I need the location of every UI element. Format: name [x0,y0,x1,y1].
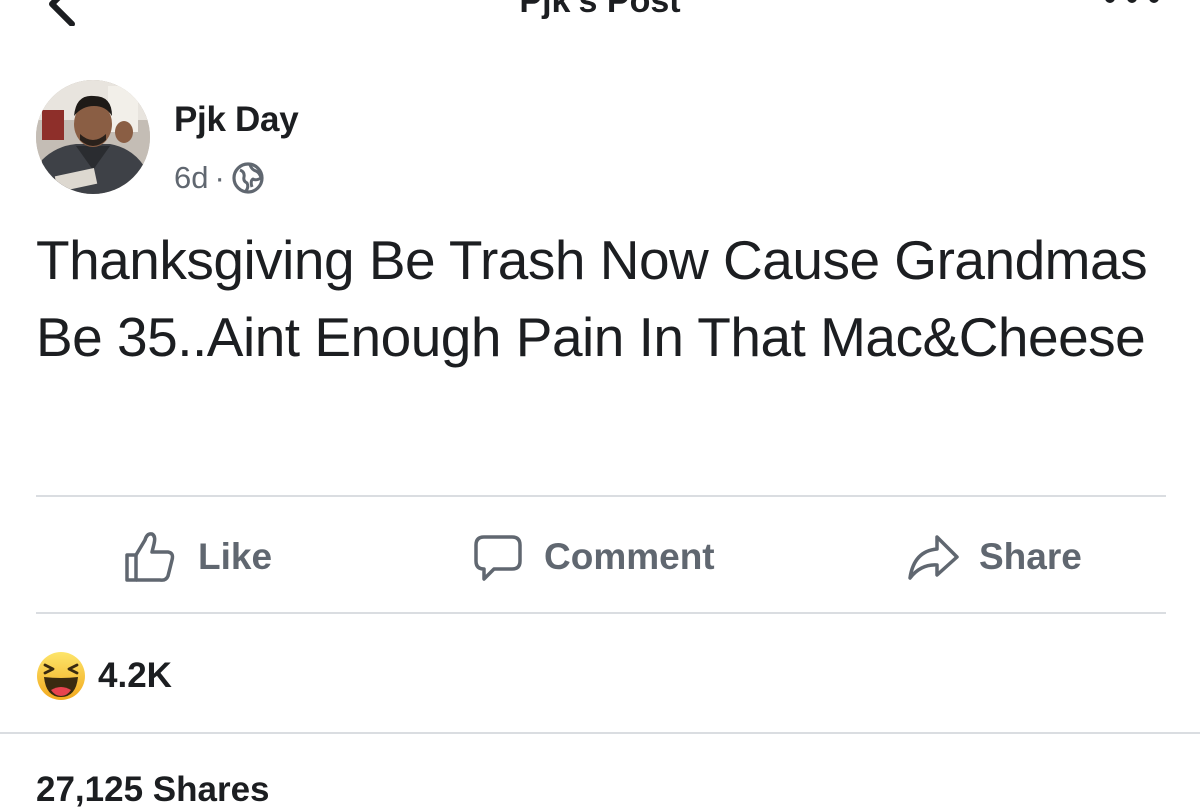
haha-reaction-icon [37,652,85,700]
share-label: Share [979,536,1082,577]
post-meta: 6d · [174,158,265,198]
author-name[interactable]: Pjk Day [174,100,299,140]
reactions-summary[interactable]: 4.2K [36,648,172,704]
globe-icon[interactable] [231,161,265,195]
section-divider [0,732,1200,734]
more-options-button[interactable] [1102,0,1162,8]
share-icon [908,535,959,580]
like-button[interactable]: Like [122,525,272,589]
profile-photo [36,80,150,194]
divider [36,495,1166,497]
thumbs-up-icon [125,532,175,582]
reaction-count: 4.2K [98,656,172,695]
comment-button[interactable]: Comment [470,525,715,589]
post-timestamp[interactable]: 6d [174,160,208,196]
comment-icon [474,535,522,581]
divider [36,612,1166,614]
share-button[interactable]: Share [905,525,1082,589]
shares-count[interactable]: 27,125 Shares [36,770,270,810]
like-label: Like [198,536,273,577]
page-title: Pjk's Post [519,0,681,20]
top-navigation-bar: Pjk's Post [0,0,1200,30]
more-horizontal-icon [1105,0,1159,3]
comment-label: Comment [544,536,715,577]
post-text: Thanksgiving Be Trash Now Cause Grandmas… [36,229,1148,368]
author-avatar[interactable] [36,80,150,194]
meta-separator: · [214,160,225,195]
